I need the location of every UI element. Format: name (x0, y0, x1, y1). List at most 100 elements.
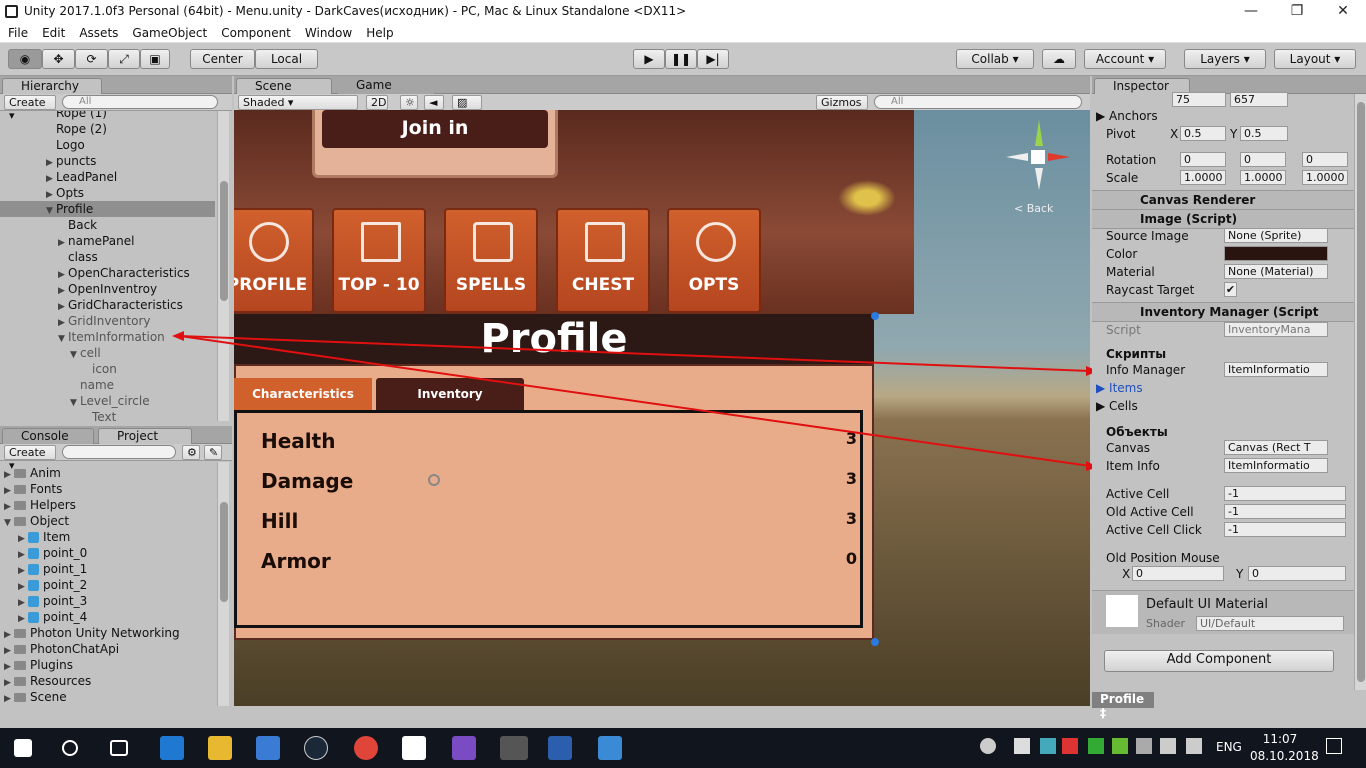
item-info-field[interactable]: ItemInformatio (1224, 458, 1328, 473)
material-label: Material (1106, 265, 1155, 279)
pivot-y-label: Y (1230, 127, 1238, 141)
cells-foldout[interactable]: ▶ Cells (1096, 398, 1138, 414)
volume-mute-icon[interactable] (1062, 738, 1078, 754)
inspector-scroll-thumb[interactable] (1357, 102, 1365, 682)
canvas-label: Canvas (1106, 441, 1151, 455)
app-icon[interactable] (598, 736, 622, 760)
material-field[interactable]: None (Material) (1224, 264, 1328, 279)
arrowhead-left (172, 331, 184, 341)
chrome-icon[interactable] (354, 736, 378, 760)
scale-x-field[interactable]: 1.0000 (1180, 170, 1226, 185)
scale-label: Scale (1106, 171, 1139, 185)
tray-app-icon[interactable] (1014, 738, 1030, 754)
old-position-label: Old Position Mouse (1106, 551, 1220, 565)
active-cell-label: Active Cell (1106, 487, 1170, 501)
mail-icon[interactable] (402, 736, 426, 760)
info-manager-field[interactable]: ItemInformatio (1224, 362, 1328, 377)
section-scripts: Скрипты (1106, 347, 1167, 361)
height-field[interactable]: 657 (1230, 92, 1288, 107)
shader-label: Shader (1146, 617, 1185, 630)
pivot-y-field[interactable]: 0.5 (1240, 126, 1288, 141)
windows-start-icon[interactable] (14, 739, 32, 757)
anchors-foldout[interactable]: ▶ Anchors (1096, 108, 1158, 124)
pivot-x-label: X (1170, 127, 1179, 141)
explorer-icon[interactable] (208, 736, 232, 760)
section-objects: Объекты (1106, 425, 1168, 439)
store-icon[interactable] (256, 736, 280, 760)
clock-time[interactable]: 11:07 (1256, 732, 1304, 746)
raycast-checkbox[interactable]: ✔ (1224, 282, 1237, 297)
skype-icon[interactable] (1040, 738, 1056, 754)
color-swatch[interactable] (1224, 246, 1328, 261)
raycast-label: Raycast Target (1106, 283, 1195, 297)
tray-green-icon[interactable] (1088, 738, 1104, 754)
arrow-item-info (179, 335, 1091, 467)
rotation-y-field[interactable]: 0 (1240, 152, 1286, 167)
image-script-label: Image (Script) (1140, 212, 1238, 226)
rotation-x-field[interactable]: 0 (1180, 152, 1226, 167)
search-icon[interactable] (62, 740, 78, 756)
inspector-panel: Inspector 75 657 ▶ Anchors Pivot X 0.5 Y… (1092, 76, 1366, 720)
network-icon[interactable] (1160, 738, 1176, 754)
edge-icon[interactable] (160, 736, 184, 760)
steam-icon[interactable] (304, 736, 328, 760)
old-pos-x-label: X (1122, 567, 1131, 581)
rotation-label: Rotation (1106, 153, 1157, 167)
old-active-cell-field[interactable]: -1 (1224, 504, 1346, 519)
canvas-field[interactable]: Canvas (Rect T (1224, 440, 1328, 455)
pivot-x-field[interactable]: 0.5 (1180, 126, 1226, 141)
width-field[interactable]: 75 (1172, 92, 1226, 107)
inspector-tab-label: Inspector (1113, 79, 1169, 93)
old-active-cell-label: Old Active Cell (1106, 505, 1194, 519)
tray-icon[interactable] (1136, 738, 1152, 754)
image-script-header[interactable]: Image (Script) (1092, 209, 1354, 229)
items-label: Items (1109, 381, 1143, 395)
color-label: Color (1106, 247, 1138, 261)
material-preview: Default UI Material Shader UI/Default (1092, 590, 1354, 634)
word-icon[interactable] (548, 736, 572, 760)
pivot-label: Pivot (1106, 127, 1136, 141)
old-pos-y-field[interactable]: 0 (1248, 566, 1346, 581)
info-manager-label: Info Manager (1106, 363, 1186, 377)
items-foldout[interactable]: ▶ Items (1096, 380, 1143, 396)
script-label: Script (1106, 323, 1141, 337)
people-icon[interactable] (980, 738, 996, 754)
notifications-icon[interactable] (1326, 738, 1342, 754)
canvas-renderer-header[interactable]: Canvas Renderer (1092, 190, 1354, 210)
inventory-manager-label: Inventory Manager (Script (1140, 305, 1319, 319)
active-cell-click-label: Active Cell Click (1106, 523, 1202, 537)
default-material-label: Default UI Material (1146, 597, 1268, 612)
rotation-z-field[interactable]: 0 (1302, 152, 1348, 167)
add-component-button[interactable]: Add Component (1104, 650, 1334, 672)
arrow-info-manager (179, 335, 1091, 372)
cells-label: Cells (1109, 399, 1138, 413)
script-field[interactable]: InventoryMana (1224, 322, 1328, 337)
old-pos-x-field[interactable]: 0 (1132, 566, 1224, 581)
inventory-manager-header[interactable]: Inventory Manager (Script (1092, 302, 1354, 322)
active-cell-click-field[interactable]: -1 (1224, 522, 1346, 537)
unity-taskbar-icon[interactable] (500, 736, 528, 760)
clock-date[interactable]: 08.10.2018 (1250, 749, 1319, 763)
add-component-label: Add Component (1166, 652, 1272, 667)
nvidia-icon[interactable] (1112, 738, 1128, 754)
task-view-icon[interactable] (110, 740, 128, 756)
source-image-label: Source Image (1106, 229, 1189, 243)
source-image-field[interactable]: None (Sprite) (1224, 228, 1328, 243)
material-thumb (1106, 595, 1138, 627)
inspector-scrollbar[interactable] (1354, 94, 1366, 690)
inspector-tabbar: Inspector (1092, 76, 1366, 94)
language-indicator[interactable]: ENG (1216, 740, 1242, 754)
shader-dropdown[interactable]: UI/Default (1196, 616, 1344, 631)
anchors-label: Anchors (1109, 109, 1158, 123)
scale-y-field[interactable]: 1.0000 (1240, 170, 1286, 185)
preview-footer[interactable]: Profile ‡ (1092, 692, 1154, 720)
visual-studio-icon[interactable] (452, 736, 476, 760)
taskbar: ENG 11:07 08.10.2018 (0, 728, 1366, 768)
inspector-content: 75 657 ▶ Anchors Pivot X 0.5 Y 0.5 Rotat… (1092, 92, 1354, 720)
scale-z-field[interactable]: 1.0000 (1302, 170, 1348, 185)
item-info-label: Item Info (1106, 459, 1160, 473)
volume-icon[interactable] (1186, 738, 1202, 754)
active-cell-field[interactable]: -1 (1224, 486, 1346, 501)
old-pos-y-label: Y (1236, 567, 1244, 581)
canvas-renderer-label: Canvas Renderer (1140, 193, 1256, 207)
